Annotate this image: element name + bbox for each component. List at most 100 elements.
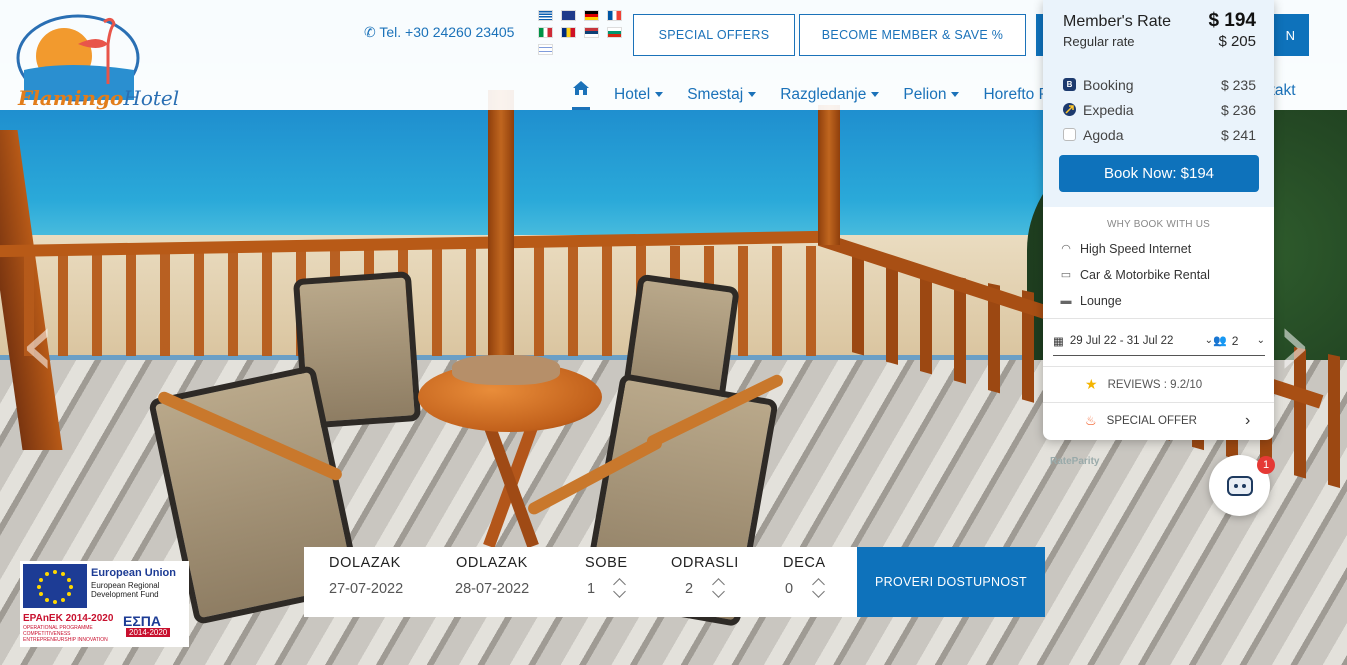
italian-flag-icon[interactable] xyxy=(538,27,553,38)
departure-date-field[interactable]: ODLAZAK 28-07-2022 xyxy=(431,547,558,617)
main-nav: Hotel Smestaj Razgledanje Pelion Horefto… xyxy=(572,80,1058,110)
ota-name: Agoda xyxy=(1083,126,1124,143)
french-flag-icon[interactable] xyxy=(607,10,622,21)
ota-price-list: B Booking $ 235 Expedia $ 236 Agoda $ 241 xyxy=(1063,72,1256,147)
children-value: 0 xyxy=(785,581,794,597)
nav-item-razgledanje[interactable]: Razgledanje xyxy=(780,86,880,104)
calendar-icon: ▦ xyxy=(1053,335,1064,348)
notification-badge: 1 xyxy=(1257,456,1275,474)
flame-icon: ♨ xyxy=(1085,413,1097,428)
reviews-score: REVIEWS : 9.2/10 xyxy=(1107,378,1203,391)
regular-rate-price: $ 205 xyxy=(1218,33,1256,50)
ota-row-agoda: Agoda $ 241 xyxy=(1063,122,1256,147)
nav-item-pelion[interactable]: Pelion xyxy=(903,86,960,104)
logo-subword: Hotel xyxy=(123,86,180,110)
ota-name: Booking xyxy=(1083,76,1134,93)
eu-flag-icon xyxy=(23,564,87,608)
carousel-next-arrow[interactable]: › xyxy=(1276,300,1312,390)
nav-item-smestaj[interactable]: Smestaj xyxy=(687,86,757,104)
feature-label: Lounge xyxy=(1080,294,1122,308)
guest-count-value: 2 xyxy=(1231,333,1239,348)
reviews-link[interactable]: ★ REVIEWS : 9.2/10 xyxy=(1085,376,1202,393)
arrival-date-field[interactable]: DOLAZAK 27-07-2022 xyxy=(304,547,431,617)
adults-label: ODRASLI xyxy=(671,555,739,571)
caret-down-icon xyxy=(655,92,664,98)
israeli-flag-icon[interactable] xyxy=(538,44,553,55)
rooms-label: SOBE xyxy=(585,555,628,571)
espa-logo: ΕΣΠΑ xyxy=(123,613,161,629)
robot-icon xyxy=(1226,475,1253,496)
ota-price: $ 235 xyxy=(1220,76,1256,93)
rateparity-branding: RateParity xyxy=(1050,456,1100,467)
chevron-down-icon: ⌄ xyxy=(1256,335,1265,346)
check-availability-button[interactable]: PROVERI DOSTUPNOST xyxy=(857,547,1045,617)
why-book-heading: WHY BOOK WITH US xyxy=(1106,219,1211,230)
rate-comparison-widget: Member's Rate $ 194 Regular rate $ 205 B… xyxy=(1043,0,1274,440)
children-stepper[interactable]: DECA 0 xyxy=(757,547,857,617)
eu-subtitle: European Regional Development Fund xyxy=(91,581,160,599)
feature-item: ◠ High Speed Internet xyxy=(1043,236,1274,262)
ota-row-booking: B Booking $ 235 xyxy=(1063,72,1256,97)
arrival-value: 27-07-2022 xyxy=(329,581,404,597)
ota-price: $ 236 xyxy=(1220,101,1256,118)
guest-count-picker[interactable]: 👥 2 ⌄ xyxy=(1213,326,1265,356)
phone-number: Tel. +30 24260 23405 xyxy=(379,24,515,40)
phone-icon: ✆ xyxy=(364,24,376,40)
chevron-right-icon[interactable]: › xyxy=(1245,412,1250,430)
phone-link[interactable]: ✆ Tel. +30 24260 23405 xyxy=(364,24,514,41)
special-offers-button[interactable]: SPECIAL OFFERS xyxy=(633,14,795,56)
nav-item-label: Smestaj xyxy=(687,86,744,103)
nav-item-label: Razgledanje xyxy=(780,86,867,103)
romanian-flag-icon[interactable] xyxy=(561,27,576,38)
serbian-flag-icon[interactable] xyxy=(584,27,599,38)
adults-value: 2 xyxy=(685,581,694,597)
up-down-arrows-icon[interactable] xyxy=(812,577,826,601)
feature-label: Car & Motorbike Rental xyxy=(1080,268,1210,282)
departure-value: 28-07-2022 xyxy=(455,581,530,597)
special-offer-label: SPECIAL OFFER xyxy=(1106,415,1197,427)
car-icon: ▭ xyxy=(1060,269,1072,281)
become-member-button[interactable]: BECOME MEMBER & SAVE % xyxy=(799,14,1026,56)
caret-down-icon xyxy=(871,92,880,98)
member-rate-price: $ 194 xyxy=(1208,10,1256,31)
date-range-picker[interactable]: ▦ 29 Jul 22 - 31 Jul 22 ⌄ xyxy=(1053,326,1213,356)
feature-item: ▭ Car & Motorbike Rental xyxy=(1043,262,1274,288)
up-down-arrows-icon[interactable] xyxy=(613,577,627,601)
espa-years: 2014-2020 xyxy=(126,628,171,637)
epanek-logo: EPAnEK 2014-2020 xyxy=(23,613,114,624)
up-down-arrows-icon[interactable] xyxy=(712,577,726,601)
book-now-button[interactable]: Book Now: $194 xyxy=(1059,155,1259,192)
uk-flag-icon[interactable] xyxy=(561,10,576,21)
ota-price: $ 241 xyxy=(1220,126,1256,143)
special-offer-link[interactable]: ♨ SPECIAL OFFER xyxy=(1085,413,1197,429)
rooms-stepper[interactable]: SOBE 1 xyxy=(558,547,653,617)
nav-item-label: Pelion xyxy=(903,86,947,103)
booking-icon: B xyxy=(1063,78,1076,91)
ota-row-expedia: Expedia $ 236 xyxy=(1063,97,1256,122)
home-icon[interactable] xyxy=(572,80,590,110)
ota-name: Expedia xyxy=(1083,101,1134,118)
people-icon: 👥 xyxy=(1213,335,1227,347)
carousel-prev-arrow[interactable]: ‹ xyxy=(20,300,56,390)
german-flag-icon[interactable] xyxy=(584,10,599,21)
regular-rate-label: Regular rate xyxy=(1063,34,1135,49)
hotel-logo[interactable]: FlamingoHotel xyxy=(8,8,179,110)
caret-down-icon xyxy=(748,92,757,98)
epanek-subtitle: OPERATIONAL PROGRAMME COMPETITIVENESS EN… xyxy=(23,625,108,643)
eu-funding-badge: European Union European Regional Develop… xyxy=(20,561,189,647)
wifi-icon: ◠ xyxy=(1061,243,1071,255)
bulgarian-flag-icon[interactable] xyxy=(607,27,622,38)
caret-down-icon xyxy=(951,92,960,98)
greek-flag-icon[interactable] xyxy=(538,10,553,21)
member-rate-label: Member's Rate xyxy=(1063,13,1171,30)
feature-item: ▬ Lounge xyxy=(1043,288,1274,314)
eu-title: European Union xyxy=(91,567,176,579)
rooms-value: 1 xyxy=(587,581,596,597)
nav-item-hotel[interactable]: Hotel xyxy=(614,86,664,104)
nav-item-label: Hotel xyxy=(614,86,651,103)
lounge-sofa-icon: ▬ xyxy=(1060,295,1072,307)
expedia-icon xyxy=(1063,103,1076,116)
header-blue-button-label: N xyxy=(1285,27,1295,43)
adults-stepper[interactable]: ODRASLI 2 xyxy=(653,547,757,617)
feature-label: High Speed Internet xyxy=(1080,242,1192,256)
